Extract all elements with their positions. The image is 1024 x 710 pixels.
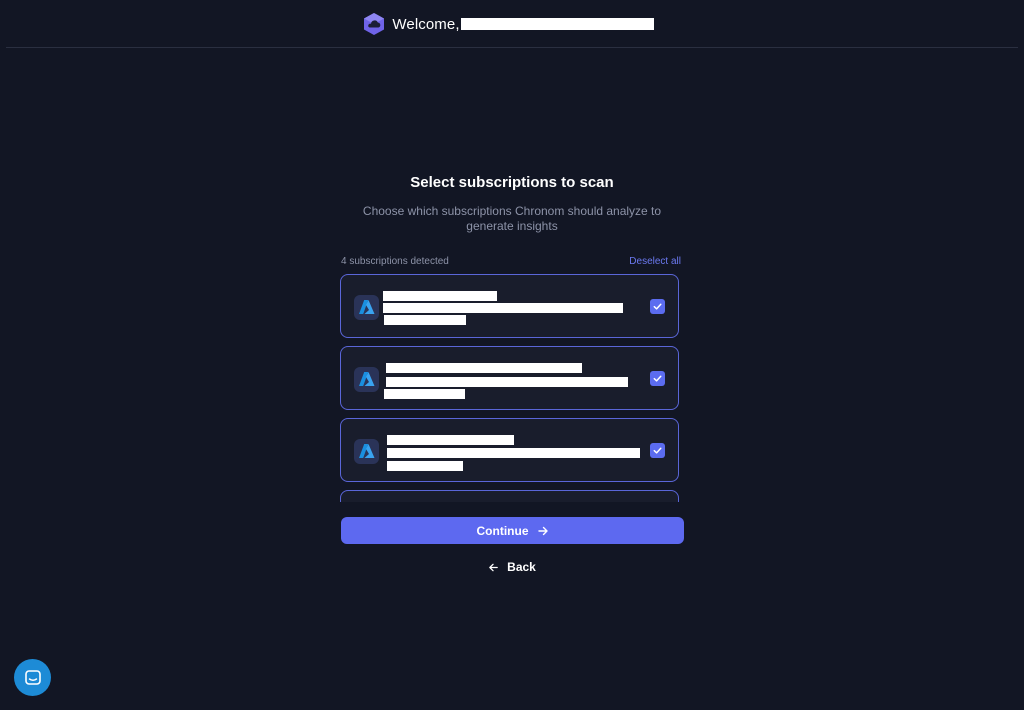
- redacted-subscription-detail: [384, 315, 466, 325]
- back-button[interactable]: Back: [0, 560, 1024, 574]
- redacted-subscription-id: [387, 448, 640, 458]
- redacted-subscription-detail: [387, 461, 463, 471]
- redacted-user-name: [460, 17, 654, 30]
- back-label: Back: [507, 560, 536, 574]
- deselect-all-link[interactable]: Deselect all: [629, 256, 681, 267]
- subscription-card[interactable]: [340, 490, 679, 502]
- redacted-subscription-id: [383, 303, 623, 313]
- azure-icon: [354, 367, 379, 392]
- subscriptions-meta-row: 4 subscriptions detected Deselect all: [341, 256, 681, 267]
- header-divider: [6, 47, 1018, 48]
- page-title: Select subscriptions to scan: [410, 174, 614, 191]
- subscriptions-count: 4 subscriptions detected: [341, 256, 449, 267]
- redacted-subscription-name: [387, 435, 514, 445]
- arrow-right-icon: [537, 526, 548, 535]
- subscription-list[interactable]: [340, 274, 682, 502]
- redacted-subscription-detail: [384, 389, 465, 399]
- chronom-logo-icon: [364, 13, 385, 35]
- subscription-card[interactable]: [340, 274, 679, 338]
- arrow-left-icon: [489, 563, 498, 571]
- subscription-checkbox[interactable]: [650, 299, 665, 314]
- brand: Welcome,: [362, 12, 654, 36]
- welcome-text: Welcome,: [392, 16, 654, 33]
- chat-icon: [24, 669, 41, 685]
- redacted-subscription-name: [383, 291, 497, 301]
- redacted-subscription-name: [386, 363, 582, 373]
- page-subtitle: Choose which subscriptions Chronom shoul…: [362, 204, 662, 233]
- azure-icon: [354, 295, 379, 320]
- subscription-checkbox[interactable]: [650, 371, 665, 386]
- subscription-checkbox[interactable]: [650, 443, 665, 458]
- top-bar: Welcome,: [0, 0, 1024, 48]
- continue-button[interactable]: Continue: [341, 517, 684, 544]
- chat-support-button[interactable]: [14, 659, 51, 696]
- azure-icon: [354, 439, 379, 464]
- continue-label: Continue: [476, 523, 529, 538]
- subscription-card[interactable]: [340, 346, 679, 410]
- subscription-card[interactable]: [340, 418, 679, 482]
- redacted-subscription-id: [386, 377, 628, 387]
